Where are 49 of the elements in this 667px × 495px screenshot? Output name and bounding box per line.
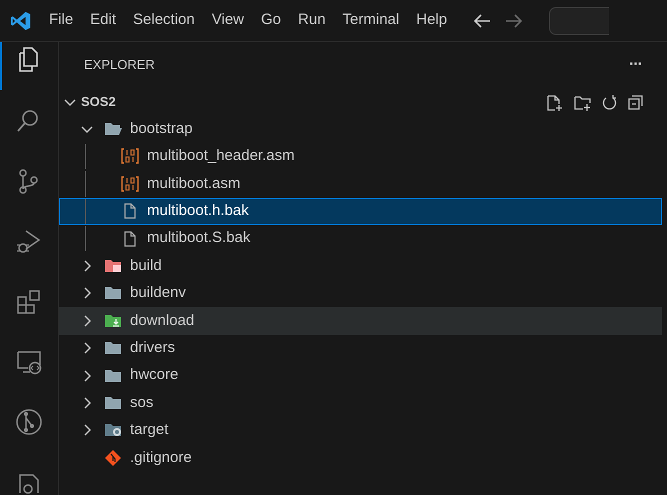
tree-row[interactable]: multiboot.asm: [59, 170, 662, 198]
tree-item-label: target: [130, 420, 168, 440]
binary-file-icon: [121, 174, 139, 193]
collapse-all-icon[interactable]: [627, 94, 645, 112]
tree-row[interactable]: multiboot_header.asm: [59, 142, 662, 170]
tree-row[interactable]: multiboot.h.bak: [59, 198, 662, 225]
tree-row[interactable]: hwcore: [59, 362, 662, 390]
tree-item-label: .gitignore: [130, 448, 192, 468]
menu-item[interactable]: Help: [408, 9, 456, 32]
tree-row[interactable]: .gitignore: [59, 444, 662, 472]
tree-row[interactable]: target: [59, 416, 662, 444]
tree-row[interactable]: drivers: [59, 334, 662, 362]
tree-item-label: buildenv: [130, 283, 186, 304]
tree-row[interactable]: SOS2: [59, 88, 662, 116]
tree-item-label: multiboot.S.bak: [147, 228, 250, 248]
tree-item-label: sos: [130, 392, 154, 413]
tree-item-label: build: [130, 256, 162, 276]
tree-row[interactable]: buildenv: [59, 280, 662, 308]
tree-row[interactable]: multiboot.S.bak: [59, 224, 662, 252]
tree-row[interactable]: bootstrap: [59, 115, 662, 143]
menu-item[interactable]: File: [41, 9, 82, 32]
menu-item[interactable]: Selection: [125, 9, 203, 32]
tree-item-label: multiboot.asm: [147, 174, 240, 194]
menu-item[interactable]: Terminal: [334, 9, 408, 32]
tree-row[interactable]: sos: [59, 389, 662, 417]
menu-item[interactable]: Edit: [82, 9, 124, 32]
git-icon: [104, 448, 122, 467]
workspace-name: SOS2: [81, 92, 116, 111]
tree-item-label: download: [130, 310, 194, 331]
graph-icon[interactable]: [14, 407, 44, 437]
tree-row[interactable]: download: [59, 307, 662, 335]
sidebar-title: EXPLORER: [84, 56, 155, 74]
new-folder-icon[interactable]: [573, 94, 593, 112]
tree-item-label: multiboot_header.asm: [147, 146, 295, 166]
new-file-icon[interactable]: [545, 94, 565, 112]
more-actions-button[interactable]: ···: [629, 53, 642, 77]
tree-item-label: hwcore: [130, 365, 178, 386]
menu-item[interactable]: Run: [290, 9, 334, 32]
refresh-icon[interactable]: [601, 94, 619, 112]
menu-item[interactable]: View: [204, 9, 252, 32]
command-center-field[interactable]: [549, 6, 610, 34]
tree-item-label: drivers: [130, 338, 176, 358]
back-arrow-icon[interactable]: [473, 12, 492, 28]
app-logo-icon: [10, 10, 32, 32]
tree-row[interactable]: build: [59, 252, 662, 280]
binary-file-icon: [121, 147, 139, 166]
tree-item-label: bootstrap: [130, 118, 193, 139]
tree-item-label: multiboot.h.bak: [147, 201, 249, 221]
menu-item[interactable]: Go: [253, 9, 290, 32]
